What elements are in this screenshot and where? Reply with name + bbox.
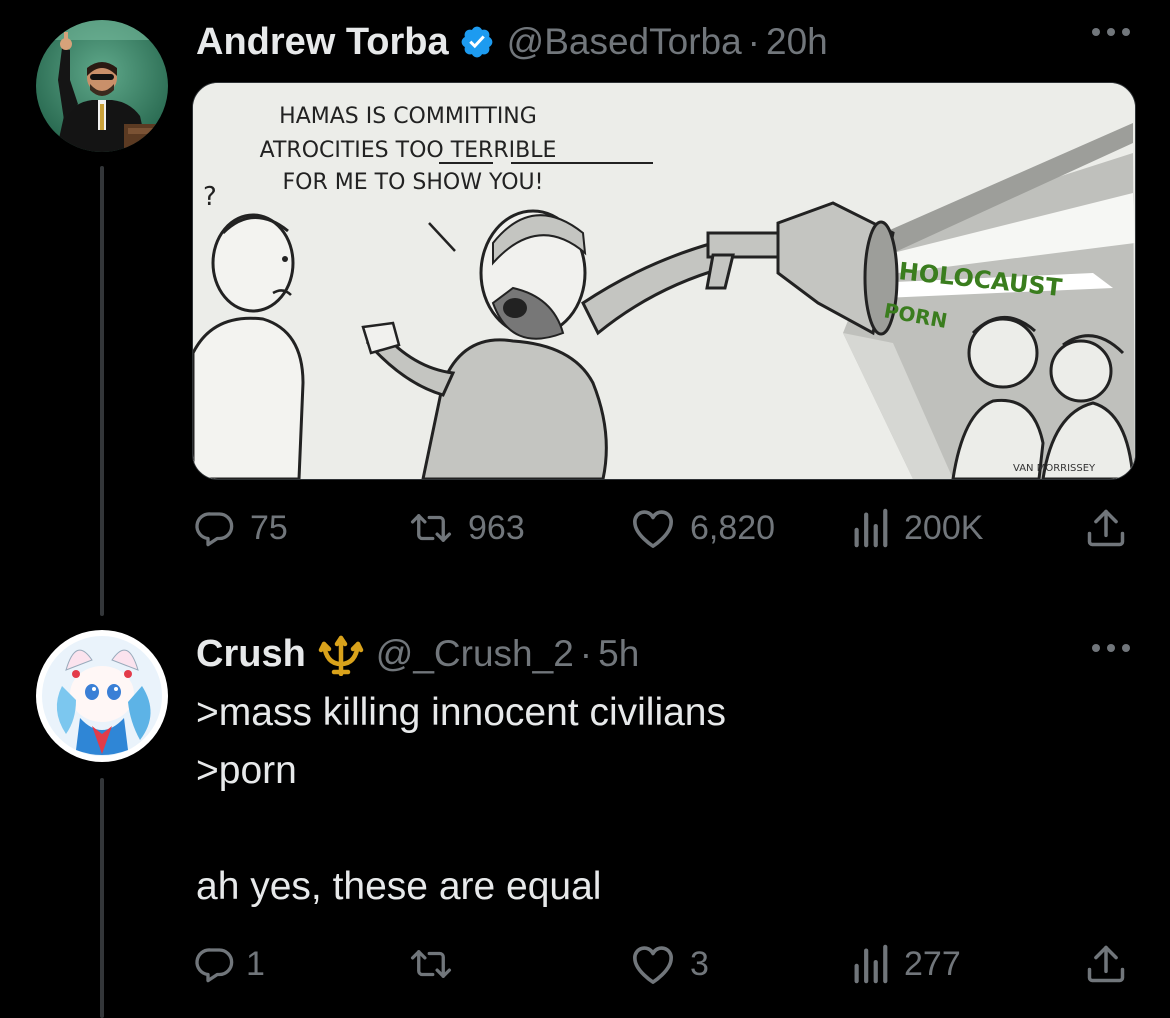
display-name[interactable]: Crush (196, 633, 306, 676)
heart-icon (630, 507, 676, 549)
bar-chart-icon (850, 943, 890, 985)
reply-button[interactable]: 1 (194, 936, 265, 992)
more-options-icon[interactable] (1092, 644, 1130, 652)
artist-signature: VAN MORRISSEY (1013, 463, 1096, 474)
reply-count: 75 (250, 508, 288, 547)
share-button[interactable] (1084, 500, 1128, 556)
repost-count: 963 (468, 508, 525, 547)
avatar[interactable] (36, 630, 168, 762)
bar-chart-icon (850, 507, 890, 549)
trident-emoji-icon (318, 632, 364, 676)
thread-line (100, 778, 104, 1018)
separator-dot: · (579, 633, 593, 674)
tweet-text-line-2: >porn (196, 749, 297, 792)
view-count: 277 (904, 944, 961, 983)
tweet-text-line-1: >mass killing innocent civilians (196, 691, 726, 734)
tweet-crush[interactable]: Crush @_Crush_2 · 5h >mass killing innoc… (0, 610, 1170, 1018)
action-bar: 75 963 6,820 200K (194, 500, 1134, 556)
separator-dot: · (747, 21, 760, 62)
tweet-text-line-4: ah yes, these are equal (196, 865, 602, 908)
like-button[interactable]: 3 (630, 936, 709, 992)
reply-icon (194, 507, 236, 549)
tweet-header: Andrew Torba @BasedTorba · 20h (196, 14, 828, 70)
repost-icon (408, 943, 454, 985)
share-icon (1084, 942, 1128, 986)
verified-badge-icon (459, 24, 495, 60)
repost-button[interactable]: 963 (408, 500, 525, 556)
caption-line-3: FOR ME TO SHOW YOU! (283, 170, 544, 195)
repost-icon (408, 507, 454, 549)
like-count: 6,820 (690, 508, 776, 547)
avatar[interactable] (36, 20, 168, 152)
like-button[interactable]: 6,820 (630, 500, 775, 556)
handle[interactable]: @BasedTorba (507, 21, 742, 63)
caption-line-1: HAMAS IS COMMITTING (279, 104, 537, 129)
tweet-andrew-torba[interactable]: Andrew Torba @BasedTorba · 20h HAMAS IS … (0, 0, 1170, 616)
share-icon (1084, 506, 1128, 550)
reply-button[interactable]: 75 (194, 500, 288, 556)
timestamp[interactable]: 5h (598, 633, 639, 675)
caption-line-2: ATROCITIES TOO TERRIBLE (260, 138, 557, 163)
reply-icon (194, 943, 236, 985)
tweet-text-line-3 (196, 800, 726, 858)
like-count: 3 (690, 944, 709, 983)
view-count: 200K (904, 508, 984, 547)
heart-icon (630, 943, 676, 985)
repost-button[interactable] (408, 936, 468, 992)
handle[interactable]: @_Crush_2 (376, 633, 574, 675)
more-options-icon[interactable] (1092, 28, 1130, 36)
timestamp[interactable]: 20h (766, 21, 828, 63)
tweet-header: Crush @_Crush_2 · 5h (196, 626, 639, 682)
views-button[interactable]: 277 (850, 936, 961, 992)
tweet-image[interactable]: HAMAS IS COMMITTING ATROCITIES TOO TERRI… (192, 82, 1136, 480)
thread-line (100, 166, 104, 616)
reply-count: 1 (246, 944, 265, 983)
views-button[interactable]: 200K (850, 500, 983, 556)
action-bar: 1 3 277 (194, 936, 1134, 992)
tweet-text: >mass killing innocent civilians >porn ah … (196, 684, 726, 916)
share-button[interactable] (1084, 936, 1128, 992)
display-name[interactable]: Andrew Torba (196, 21, 449, 64)
question-mark: ? (203, 182, 217, 212)
